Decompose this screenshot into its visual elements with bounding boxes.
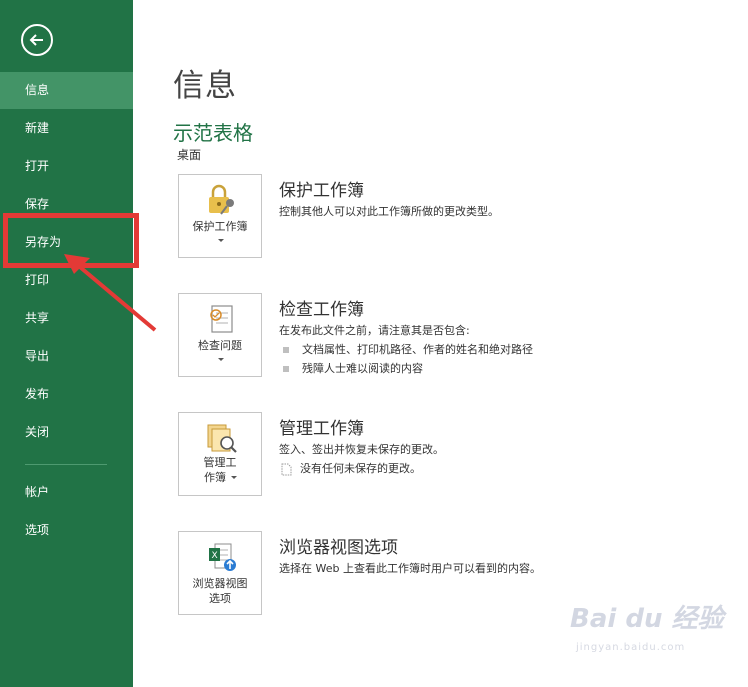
- manage-note-row: 没有任何未保存的更改。: [281, 460, 421, 476]
- inspect-bullet-item: 文档属性、打印机路径、作者的姓名和绝对路径: [283, 341, 533, 357]
- inspect-bullet-text: 残障人士难以阅读的内容: [302, 362, 423, 375]
- browser-view-card-label-line2: 选项: [209, 592, 231, 605]
- sidebar-item-info[interactable]: 信息: [0, 72, 133, 109]
- inspect-document-icon: [210, 305, 233, 333]
- inspect-workbook-description: 在发布此文件之前，请注意其是否包含:: [279, 324, 470, 337]
- browser-view-title: 浏览器视图选项: [279, 538, 398, 558]
- sidebar-item-close[interactable]: 关闭: [0, 414, 133, 451]
- bullet-icon: [283, 366, 289, 372]
- browser-view-card-label-line1: 浏览器视图: [192, 577, 248, 590]
- inspect-workbook-title: 检查工作簿: [279, 300, 364, 320]
- bullet-icon: [283, 347, 289, 353]
- protect-workbook-button[interactable]: 保护工作簿: [178, 174, 262, 258]
- dropdown-caret-icon: [218, 239, 224, 242]
- inspect-bullet-text: 文档属性、打印机路径、作者的姓名和绝对路径: [302, 343, 533, 356]
- sidebar-item-publish[interactable]: 发布: [0, 376, 133, 413]
- annotation-arrow: [64, 254, 157, 332]
- sidebar-item-export[interactable]: 导出: [0, 338, 133, 375]
- protect-workbook-title: 保护工作簿: [279, 181, 364, 201]
- manage-workbook-card-label-line1: 管理工: [203, 456, 237, 469]
- back-button[interactable]: [21, 24, 53, 56]
- page-title: 信息: [173, 68, 237, 104]
- sidebar-item-account[interactable]: 帐户: [0, 474, 133, 511]
- backstage-sidebar: 信息 新建 打开 保存 另存为 打印 共享 导出 发布 关闭 帐户 选项: [0, 0, 133, 687]
- document-name: 示范表格: [173, 121, 253, 145]
- protect-workbook-description: 控制其他人可以对此工作簿所做的更改类型。: [279, 205, 499, 218]
- sidebar-divider: [25, 464, 107, 465]
- watermark-logo-text: Bai du 经验: [570, 604, 724, 634]
- browser-view-description: 选择在 Web 上查看此工作簿时用户可以看到的内容。: [279, 562, 541, 575]
- check-for-issues-card-label: 检查问题: [198, 339, 242, 352]
- manage-workbook-button[interactable]: 管理工 作簿: [178, 412, 262, 496]
- dropdown-caret-icon: [218, 358, 224, 361]
- document-location[interactable]: 桌面: [177, 146, 201, 163]
- sidebar-item-options[interactable]: 选项: [0, 512, 133, 549]
- blank-document-icon: [281, 463, 292, 475]
- browser-view-options-button[interactable]: X 浏览器视图 选项: [178, 531, 262, 615]
- sidebar-item-open[interactable]: 打开: [0, 148, 133, 185]
- lock-key-icon: [209, 184, 234, 215]
- manage-note-text: 没有任何未保存的更改。: [300, 462, 421, 475]
- watermark-url: jingyan.baidu.com: [576, 642, 686, 653]
- protect-workbook-card-label: 保护工作簿: [192, 220, 248, 233]
- baidu-jingyan-watermark: Bai du 经验 jingyan.baidu.com: [562, 598, 742, 668]
- manage-versions-icon: [207, 424, 237, 453]
- sidebar-item-new[interactable]: 新建: [0, 110, 133, 147]
- manage-workbook-card-label-line2: 作簿: [204, 471, 226, 484]
- check-for-issues-button[interactable]: 检查问题: [178, 293, 262, 377]
- manage-workbook-title: 管理工作簿: [279, 419, 364, 439]
- excel-web-icon: X: [209, 543, 236, 571]
- manage-workbook-description: 签入、签出并恢复未保存的更改。: [279, 443, 444, 456]
- back-arrow-icon: [29, 34, 43, 46]
- inspect-bullet-item: 残障人士难以阅读的内容: [283, 360, 423, 376]
- dropdown-caret-icon: [231, 476, 237, 479]
- svg-text:X: X: [212, 551, 218, 561]
